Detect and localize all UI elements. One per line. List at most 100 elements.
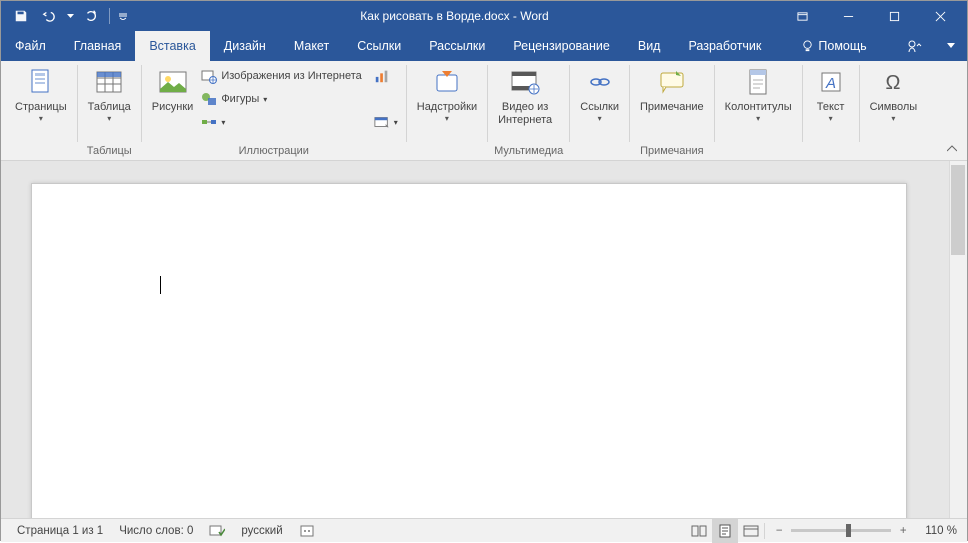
online-video-button[interactable]: Видео из Интернета <box>494 63 556 129</box>
pictures-label: Рисунки <box>152 101 194 114</box>
chevron-down-icon: ▾ <box>221 118 225 127</box>
text-button[interactable]: A Текст ▾ <box>809 63 853 125</box>
video-icon <box>509 65 541 99</box>
feedback-icon[interactable] <box>935 31 967 61</box>
lightbulb-icon <box>801 40 814 53</box>
chart-icon <box>374 68 390 84</box>
links-button[interactable]: Ссылки ▾ <box>576 63 623 125</box>
addins-label: Надстройки <box>417 101 477 114</box>
illustrations-group-label: Иллюстрации <box>148 144 400 160</box>
screenshot-button[interactable]: ▾ <box>372 111 400 133</box>
shapes-label: Фигуры <box>221 93 259 105</box>
zoom-thumb[interactable] <box>846 524 851 537</box>
tab-insert[interactable]: Вставка <box>135 31 209 61</box>
tab-view[interactable]: Вид <box>624 31 675 61</box>
chevron-down-icon: ▾ <box>829 114 833 123</box>
video-label: Видео из Интернета <box>498 101 552 127</box>
addins-icon <box>431 65 463 99</box>
text-icon: A <box>815 65 847 99</box>
maximize-icon[interactable] <box>871 1 917 31</box>
web-layout-icon[interactable] <box>738 519 764 543</box>
header-footer-button[interactable]: Колонтитулы ▾ <box>721 63 796 125</box>
tab-developer[interactable]: Разработчик <box>674 31 775 61</box>
tab-review[interactable]: Рецензирование <box>499 31 624 61</box>
media-group-label: Мультимедиа <box>494 144 563 160</box>
table-button[interactable]: Таблица ▾ <box>84 63 135 125</box>
comment-icon <box>656 65 688 99</box>
chevron-down-icon: ▾ <box>263 95 267 104</box>
pages-button[interactable]: Страницы ▾ <box>11 63 71 125</box>
symbols-button[interactable]: Ω Символы ▾ <box>866 63 922 125</box>
link-icon <box>584 65 616 99</box>
online-images-label: Изображения из Интернета <box>221 70 361 82</box>
tab-layout[interactable]: Макет <box>280 31 343 61</box>
zoom-slider[interactable] <box>791 529 891 532</box>
macro-icon <box>299 523 315 539</box>
text-label: Текст <box>817 101 845 114</box>
chart-button[interactable] <box>372 65 400 87</box>
window-title: Как рисовать в Ворде.docx - Word <box>130 9 779 23</box>
undo-icon[interactable] <box>37 4 61 28</box>
svg-text:A: A <box>825 75 836 92</box>
shapes-icon <box>201 91 217 107</box>
tab-references[interactable]: Ссылки <box>343 31 415 61</box>
tab-file[interactable]: Файл <box>1 31 60 61</box>
close-icon[interactable] <box>917 1 963 31</box>
vertical-scrollbar[interactable] <box>949 161 967 518</box>
table-icon <box>93 65 125 99</box>
print-layout-icon[interactable] <box>712 519 738 543</box>
status-macro[interactable] <box>291 519 323 543</box>
tab-home[interactable]: Главная <box>60 31 136 61</box>
header-footer-label: Колонтитулы <box>725 101 792 114</box>
omega-icon: Ω <box>877 65 909 99</box>
text-cursor <box>160 276 161 294</box>
status-word-count[interactable]: Число слов: 0 <box>111 519 201 543</box>
comment-button[interactable]: Примечание <box>636 63 708 116</box>
zoom-out-button[interactable]: − <box>771 525 787 537</box>
chevron-down-icon: ▾ <box>39 114 43 123</box>
ribbon-display-options-icon[interactable] <box>779 1 825 31</box>
table-label: Таблица <box>88 101 131 114</box>
smartart-button[interactable]: ▾ <box>197 111 365 133</box>
document-area[interactable] <box>1 161 967 518</box>
page-icon <box>25 65 57 99</box>
save-icon[interactable] <box>9 4 33 28</box>
picture-icon <box>157 65 189 99</box>
undo-dropdown[interactable] <box>65 14 75 19</box>
tab-mailings[interactable]: Рассылки <box>415 31 499 61</box>
chevron-down-icon: ▾ <box>598 114 602 123</box>
pictures-button[interactable]: Рисунки <box>148 63 198 116</box>
document-page[interactable] <box>31 183 907 518</box>
qat-customize[interactable] <box>116 12 130 20</box>
redo-icon[interactable] <box>79 4 103 28</box>
scrollbar-thumb[interactable] <box>951 165 965 255</box>
status-language[interactable]: русский <box>233 519 290 543</box>
status-page[interactable]: Страница 1 из 1 <box>9 519 111 543</box>
screenshot-icon <box>374 114 390 130</box>
zoom-level[interactable]: 110 % <box>917 519 967 543</box>
smartart-icon <box>201 114 217 130</box>
minimize-icon[interactable] <box>825 1 871 31</box>
links-label: Ссылки <box>580 101 619 114</box>
header-footer-icon <box>742 65 774 99</box>
shapes-button[interactable]: Фигуры ▾ <box>197 88 365 110</box>
status-spellcheck[interactable] <box>201 519 233 543</box>
addins-button[interactable]: Надстройки ▾ <box>413 63 481 125</box>
comment-label: Примечание <box>640 101 704 114</box>
zoom-in-button[interactable]: + <box>895 525 911 537</box>
online-images-button[interactable]: Изображения из Интернета <box>197 65 365 87</box>
spellcheck-icon <box>209 523 225 539</box>
svg-text:Ω: Ω <box>886 72 901 94</box>
comments-group-label: Примечания <box>636 144 708 160</box>
share-icon[interactable] <box>893 31 935 61</box>
tab-help[interactable]: Помощь <box>787 31 880 61</box>
chevron-down-icon: ▾ <box>394 118 398 127</box>
pages-label: Страницы <box>15 101 67 114</box>
tables-group-label: Таблицы <box>84 144 135 160</box>
chevron-down-icon: ▾ <box>445 114 449 123</box>
help-label: Помощь <box>818 39 866 53</box>
tab-design[interactable]: Дизайн <box>210 31 280 61</box>
read-mode-icon[interactable] <box>686 519 712 543</box>
symbols-label: Символы <box>870 101 918 114</box>
collapse-ribbon-icon[interactable] <box>945 142 959 156</box>
